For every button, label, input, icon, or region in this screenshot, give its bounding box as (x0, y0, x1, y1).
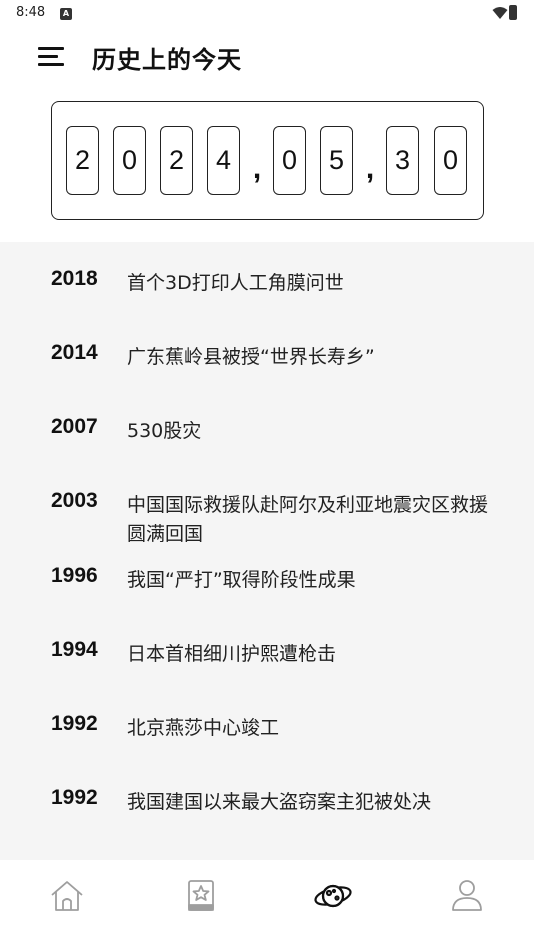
event-item[interactable]: 1996 我国“严打”取得阶段性成果 (0, 564, 534, 624)
event-text: 日本首相细川护熙遭枪击 (127, 643, 337, 665)
event-text: 首个3D打印人工角膜问世 (127, 272, 344, 294)
events-list: 2018 首个3D打印人工角膜问世 2014 广东蕉岭县被授“世界长寿乡” 20… (0, 242, 534, 860)
event-item[interactable]: 2003 中国国际救援队赴阿尔及利亚地震灾区救援圆满回国 (0, 489, 534, 549)
event-item[interactable]: 2007 530股灾 (0, 415, 534, 475)
home-icon (51, 881, 83, 911)
event-year: 1996 (51, 564, 98, 587)
status-bar: 8:48 A (0, 0, 534, 28)
user-icon (452, 880, 482, 911)
event-year: 2003 (51, 489, 98, 512)
nav-profile[interactable] (447, 876, 487, 916)
event-year: 1994 (51, 638, 98, 661)
status-time: 8:48 (16, 5, 46, 20)
nav-collection[interactable] (181, 876, 221, 916)
battery-icon (509, 5, 517, 20)
star-book-icon (188, 880, 214, 911)
event-text: 中国国际救援队赴阿尔及利亚地震灾区救援圆满回国 (127, 494, 489, 545)
event-text: 我国建国以来最大盗窃案主犯被处决 (127, 791, 432, 813)
nav-home[interactable] (47, 876, 87, 916)
menu-icon[interactable] (36, 44, 66, 70)
event-text: 530股灾 (127, 420, 202, 442)
date-digit: 5 (320, 126, 353, 195)
date-digit: 3 (386, 126, 419, 195)
date-digit: 0 (273, 126, 306, 195)
date-digit: 4 (207, 126, 240, 195)
app-header: 历史上的今天 (0, 28, 534, 88)
date-digit: 0 (113, 126, 146, 195)
event-item[interactable]: 2018 首个3D打印人工角膜问世 (0, 267, 534, 327)
event-text: 我国“严打”取得阶段性成果 (127, 569, 356, 591)
event-year: 2018 (51, 267, 98, 290)
nav-discover[interactable] (313, 876, 353, 916)
event-text: 北京燕莎中心竣工 (127, 717, 280, 739)
event-year: 1992 (51, 786, 98, 809)
date-display: 2 0 2 4 , 0 5 , 3 0 (51, 101, 484, 220)
date-digit: 0 (434, 126, 467, 195)
date-digit: 2 (66, 126, 99, 195)
event-text: 广东蕉岭县被授“世界长寿乡” (127, 346, 375, 368)
event-item[interactable]: 1992 北京燕莎中心竣工 (0, 712, 534, 772)
event-year: 2014 (51, 341, 98, 364)
event-item[interactable]: 1992 我国建国以来最大盗窃案主犯被处决 (0, 786, 534, 846)
wifi-icon (492, 7, 508, 19)
date-separator: , (365, 152, 375, 185)
page-title: 历史上的今天 (92, 46, 242, 74)
bottom-nav (0, 860, 534, 950)
event-year: 2007 (51, 415, 98, 438)
event-year: 1992 (51, 712, 98, 735)
date-digit: 2 (160, 126, 193, 195)
planet-icon (314, 884, 352, 908)
event-item[interactable]: 2014 广东蕉岭县被授“世界长寿乡” (0, 341, 534, 401)
a-badge-icon: A (60, 8, 72, 20)
event-item[interactable]: 1994 日本首相细川护熙遭枪击 (0, 638, 534, 698)
date-separator: , (252, 152, 262, 185)
